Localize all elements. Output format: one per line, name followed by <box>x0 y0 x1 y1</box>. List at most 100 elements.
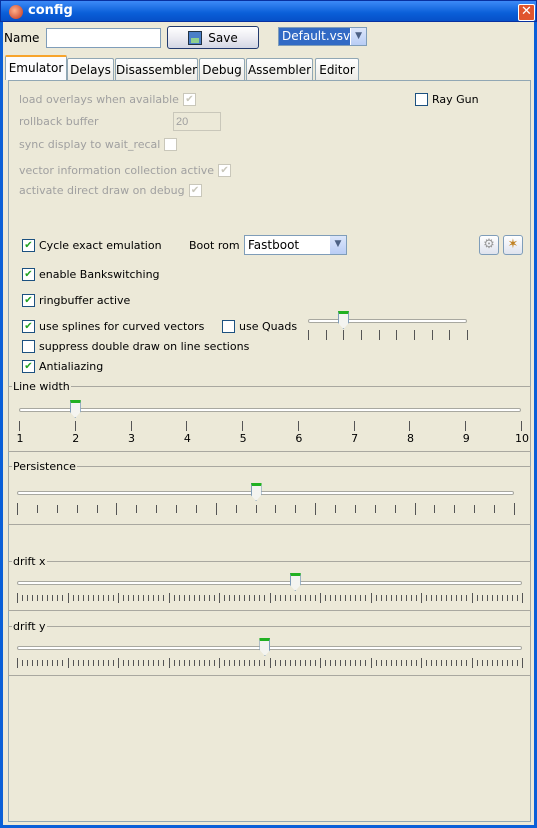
drift-x-tick <box>87 595 89 601</box>
drift-y-tick <box>47 660 49 666</box>
ray-gun-option[interactable]: Ray Gun <box>415 93 479 106</box>
drift-x-tick <box>203 595 205 601</box>
tab-disassembler[interactable]: Disassembler <box>115 58 198 80</box>
drift-x-tick <box>476 595 478 601</box>
persistence-tick <box>295 505 297 513</box>
drift-x-tick <box>47 595 49 601</box>
drift-x-tick <box>294 595 296 601</box>
drift-x-tick <box>254 595 256 601</box>
quads-slider-tick <box>308 330 309 340</box>
drift-y-tick <box>325 660 327 666</box>
suppress-checkbox[interactable] <box>22 340 35 353</box>
drift-x-tick <box>284 595 286 601</box>
name-label: Name <box>4 31 40 45</box>
tab-delays[interactable]: Delays <box>67 58 114 80</box>
name-input[interactable] <box>46 28 161 48</box>
tab-editor[interactable]: Editor <box>315 58 359 80</box>
drift-y-tick <box>274 660 276 666</box>
boot-rom-select[interactable]: Fastboot ▼ <box>244 235 347 255</box>
drift-x-tick <box>219 593 220 603</box>
splines-checkbox[interactable]: ✔ <box>22 320 35 333</box>
ringbuffer-option[interactable]: ✔ ringbuffer active <box>22 294 130 307</box>
cycle-exact-option[interactable]: ✔ Cycle exact emulation <box>22 239 162 252</box>
quads-option[interactable]: use Quads <box>222 320 297 333</box>
sync-display-checkbox[interactable] <box>164 138 178 151</box>
line-width-tick <box>521 421 522 431</box>
drift-x-tick <box>92 595 94 601</box>
line-width-tick <box>465 421 467 431</box>
antialiazing-checkbox[interactable]: ✔ <box>22 360 35 373</box>
drift-x-tick <box>213 595 215 601</box>
drift-y-tick <box>123 660 125 666</box>
bankswitching-option[interactable]: ✔ enable Bankswitching <box>22 268 160 281</box>
drift-x-tick <box>516 595 518 601</box>
close-icon[interactable]: ✕ <box>518 4 535 21</box>
drift-x-tick <box>158 595 160 601</box>
drift-y-tick <box>436 660 438 666</box>
quads-slider-tick <box>396 330 398 340</box>
drift-x-tick <box>188 595 190 601</box>
drift-y-tick <box>133 660 135 666</box>
antialiazing-option[interactable]: ✔ Antialiazing <box>22 360 103 373</box>
drift-x-tick <box>522 593 523 603</box>
drift-x-tick <box>123 595 125 601</box>
drift-x-tick <box>451 595 453 601</box>
persistence-tick <box>156 505 158 513</box>
drift-x-tick <box>299 595 301 601</box>
persistence-tick <box>514 503 515 515</box>
drift-x-title: drift x <box>13 555 46 568</box>
load-overlays-option[interactable]: load overlays when available ✔ <box>19 93 196 106</box>
gear-icon[interactable]: ⚙ <box>479 235 499 255</box>
splines-option[interactable]: ✔ use splines for curved vectors <box>22 320 204 333</box>
drift-y-tick <box>27 660 29 666</box>
tab-emulator[interactable]: Emulator <box>5 55 67 80</box>
tab-debug[interactable]: Debug <box>199 58 245 80</box>
direct-draw-checkbox[interactable]: ✔ <box>188 184 202 197</box>
tab-assembler[interactable]: Assembler <box>246 58 313 80</box>
drift-y-tick <box>178 660 180 666</box>
persistence-tick <box>454 505 456 513</box>
vector-info-option[interactable]: vector information collection active ✔ <box>19 164 232 177</box>
drift-x-tick <box>304 595 306 601</box>
drift-y-tick <box>415 660 417 666</box>
magic-wand-icon[interactable]: ✶ <box>503 235 523 255</box>
drift-y-tick <box>385 660 387 666</box>
drift-y-tick <box>330 660 332 666</box>
drift-y-tick <box>198 660 200 666</box>
drift-y-tick <box>22 660 24 666</box>
bankswitching-checkbox[interactable]: ✔ <box>22 268 35 281</box>
file-select[interactable]: Default.vsv ▼ <box>278 27 367 46</box>
drift-y-tick <box>52 660 54 666</box>
quads-checkbox[interactable] <box>222 320 235 333</box>
drift-y-tick <box>496 660 498 666</box>
direct-draw-label: activate direct draw on debug <box>19 184 185 197</box>
persistence-tick <box>255 505 257 513</box>
drift-x-tick <box>390 595 392 601</box>
quads-slider-track[interactable] <box>308 319 467 323</box>
drift-y-tick <box>375 660 377 666</box>
drift-y-title: drift y <box>13 620 46 633</box>
drift-x-tick <box>198 595 200 601</box>
drift-x-track[interactable] <box>17 581 522 585</box>
drift-y-tick <box>82 660 84 666</box>
cycle-exact-checkbox[interactable]: ✔ <box>22 239 35 252</box>
load-overlays-checkbox[interactable]: ✔ <box>182 93 196 106</box>
drift-x-tick <box>133 595 135 601</box>
drift-x-tick <box>466 595 468 601</box>
chevron-down-icon[interactable]: ▼ <box>329 236 346 254</box>
quads-slider-tick <box>325 330 327 340</box>
suppress-option[interactable]: suppress double draw on line sections <box>22 340 249 353</box>
direct-draw-option[interactable]: activate direct draw on debug ✔ <box>19 184 202 197</box>
save-button[interactable]: Save <box>167 26 259 49</box>
sync-display-option[interactable]: sync display to wait_recal <box>19 138 178 151</box>
persistence-track[interactable] <box>17 491 514 495</box>
line-width-tick <box>242 421 244 431</box>
chevron-down-icon[interactable]: ▼ <box>350 28 366 45</box>
rollback-input[interactable] <box>173 112 221 131</box>
drift-x-tick <box>138 595 140 601</box>
vector-info-checkbox[interactable]: ✔ <box>218 164 232 177</box>
line-width-track[interactable] <box>19 408 521 412</box>
drift-y-tick <box>289 660 291 666</box>
ringbuffer-checkbox[interactable]: ✔ <box>22 294 35 307</box>
ray-gun-checkbox[interactable] <box>415 93 428 106</box>
